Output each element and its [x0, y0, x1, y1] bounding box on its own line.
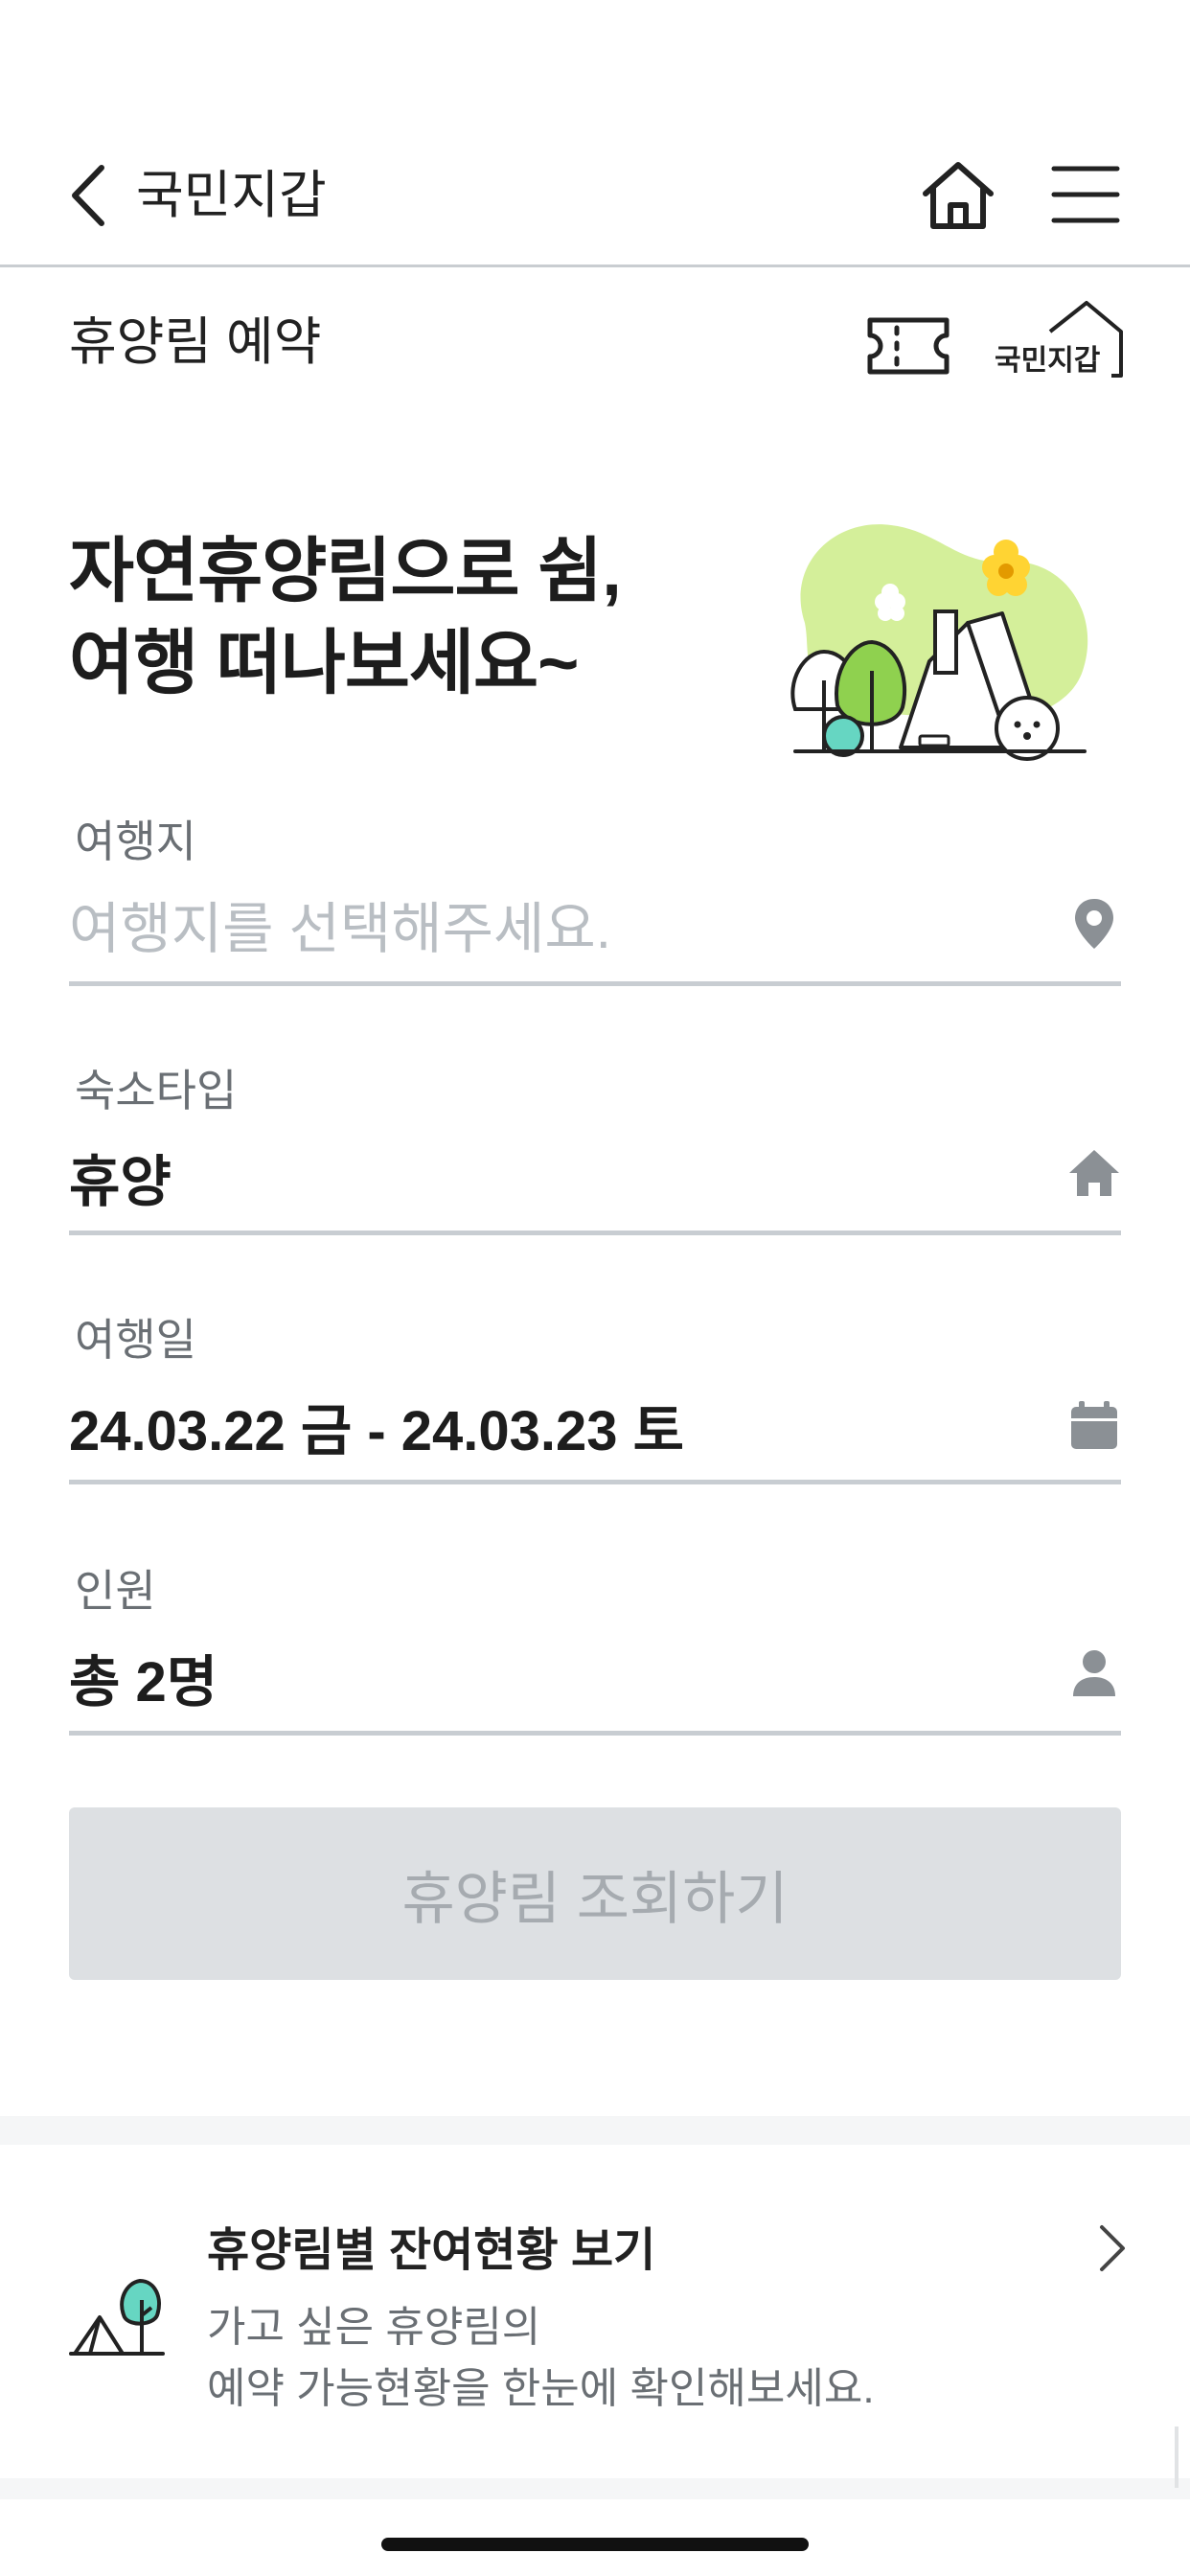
flower-icon — [982, 540, 1030, 596]
availability-arrow-button[interactable] — [1092, 2221, 1131, 2275]
availability-card[interactable] — [0, 2145, 1190, 2478]
home-icon — [923, 162, 994, 229]
hero-title-line1: 자연휴양림으로 쉼, — [69, 531, 622, 610]
lodging-type-label: 숙소타입 — [75, 1066, 238, 1116]
availability-desc-line1: 가고 싶은 휴양림의 — [207, 2304, 541, 2351]
forest-cabin-illustration — [776, 508, 1102, 776]
travel-date-label: 여행일 — [75, 1315, 196, 1365]
scrollbar[interactable] — [1175, 2426, 1179, 2488]
lodging-type-underline — [69, 1230, 1121, 1235]
calendar-icon — [1071, 1401, 1117, 1449]
ticket-button[interactable] — [864, 312, 952, 380]
home-indicator[interactable] — [381, 2538, 809, 2551]
destination-field[interactable]: 여행지를 선택해주세요. — [69, 884, 611, 964]
menu-button[interactable] — [1050, 161, 1121, 228]
bottom-divider — [0, 2478, 1190, 2499]
travel-date-underline — [69, 1480, 1121, 1484]
destination-label: 여행지 — [75, 816, 196, 866]
hero-title: 자연휴양림으로 쉼, 여행 떠나보세요~ — [69, 525, 759, 709]
availability-desc-line2: 예약 가능현황을 한눈에 확인해보세요. — [207, 2365, 875, 2412]
section-divider — [0, 2116, 1190, 2145]
guests-field[interactable]: 총 2명 — [69, 1637, 217, 1717]
availability-title: 휴양림별 잔여현황 보기 — [207, 2225, 656, 2276]
travel-date-field[interactable]: 24.03.22 금 - 24.03.23 토 — [69, 1386, 684, 1466]
location-pin-icon — [1075, 899, 1113, 949]
app-title: 국민지갑 — [136, 167, 327, 224]
hamburger-menu-icon — [1051, 166, 1120, 223]
back-button[interactable] — [59, 161, 117, 230]
appbar-divider — [0, 264, 1190, 267]
hero-title-line2: 여행 떠나보세요~ — [69, 623, 579, 702]
guests-underline — [69, 1731, 1121, 1736]
chevron-right-icon — [1100, 2225, 1125, 2271]
tent-tree-icon — [69, 2271, 165, 2359]
wallet-home-logo[interactable]: 국민지갑 — [993, 299, 1123, 381]
page-title: 휴양림 예약 — [69, 313, 322, 371]
ticket-icon — [867, 317, 950, 375]
svg-text:국민지갑: 국민지갑 — [995, 345, 1101, 377]
house-icon — [1069, 1150, 1119, 1196]
wallet-logo-icon: 국민지갑 — [995, 301, 1123, 378]
home-button[interactable] — [920, 159, 996, 232]
chevron-left-icon — [72, 165, 104, 226]
lodging-type-field[interactable]: 휴양 — [69, 1137, 172, 1217]
person-icon — [1073, 1650, 1115, 1696]
search-forest-button[interactable]: 휴양림 조회하기 — [69, 1807, 1121, 1980]
destination-underline — [69, 981, 1121, 986]
guests-label: 인원 — [75, 1566, 156, 1616]
